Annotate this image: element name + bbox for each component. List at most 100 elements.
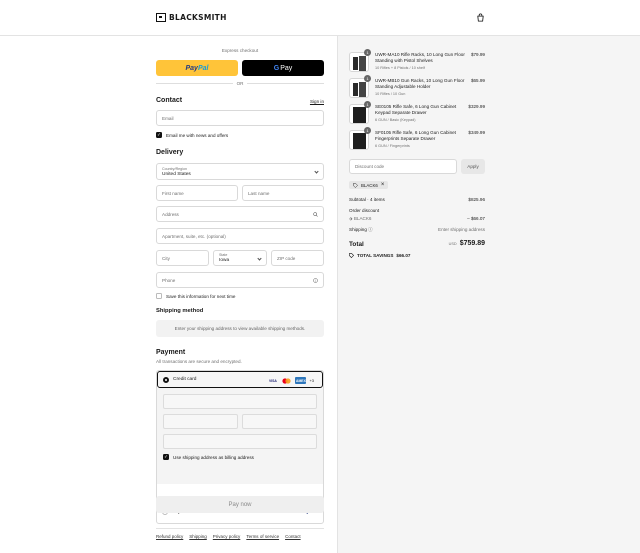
email-placeholder: Email xyxy=(162,115,174,121)
country-value: United States xyxy=(162,171,191,177)
security-code-field[interactable] xyxy=(242,414,317,429)
email-field[interactable]: Email xyxy=(156,110,324,126)
address-placeholder: Address xyxy=(162,211,179,217)
name-on-card-field[interactable] xyxy=(163,434,317,449)
chevron-down-icon xyxy=(314,169,319,174)
apartment-field[interactable]: Apartment, suite, etc. (optional) xyxy=(156,228,324,244)
quantity-badge: 1 xyxy=(364,127,371,134)
site-header: BLACKSMITH xyxy=(0,0,640,36)
paypal-express-button[interactable]: Pay Pal xyxy=(156,60,238,76)
quantity-badge: 1 xyxy=(364,101,371,108)
list-item: 1 UWR-MA10 Rifle Racks, 10 Long Gun Floo… xyxy=(349,49,485,74)
delivery-heading: Delivery xyxy=(156,149,184,156)
google-pay-text: Pay xyxy=(280,64,293,72)
discount-placeholder: Discount code xyxy=(355,164,385,169)
payment-subtext: All transactions are secure and encrypte… xyxy=(156,359,242,364)
last-name-placeholder: Last name xyxy=(248,190,270,196)
city-placeholder: City xyxy=(162,255,170,261)
paypal-pay-text: Pay xyxy=(185,64,198,72)
product-price: $329.99 xyxy=(468,104,485,109)
billing-address-row[interactable]: ✓ Use shipping address as billing addres… xyxy=(163,454,254,460)
news-checkbox-row[interactable]: ✓ Email me with news and offers xyxy=(156,132,228,138)
subtotal-label: Subtotal · 4 items xyxy=(349,197,385,202)
paypal-pal-text: Pal xyxy=(197,64,209,72)
savings-value: $66.07 xyxy=(396,253,411,258)
product-variant: 10 Rifles + 8 Pistols / 10 shelf xyxy=(375,66,425,70)
discount-code-label: BLACK6 xyxy=(353,216,372,221)
state-select[interactable]: State Iowa xyxy=(213,250,267,266)
shopping-bag-icon[interactable] xyxy=(476,13,485,22)
zip-field[interactable]: ZIP code xyxy=(271,250,324,266)
first-name-placeholder: First name xyxy=(162,190,184,196)
billing-label: Use shipping address as billing address xyxy=(173,454,254,460)
credit-card-radio[interactable] xyxy=(163,377,169,383)
tag-icon xyxy=(349,253,354,258)
apply-button[interactable]: Apply xyxy=(461,159,485,174)
expiration-field[interactable] xyxy=(163,414,238,429)
country-select[interactable]: Country/Region United States xyxy=(156,163,324,180)
save-info-checkbox[interactable] xyxy=(156,293,162,299)
state-label: State xyxy=(219,253,228,257)
contact-link[interactable]: Contact xyxy=(285,534,301,539)
address-field[interactable]: Address xyxy=(156,206,324,222)
shipping-link[interactable]: Shipping xyxy=(189,534,207,539)
remove-discount-icon[interactable]: × xyxy=(381,182,385,188)
refund-policy-link[interactable]: Refund policy xyxy=(156,534,183,539)
city-field[interactable]: City xyxy=(156,250,209,266)
product-name: SE0105 Rifle Safe, 6 Long Gun Cabinet Ke… xyxy=(375,104,457,116)
google-pay-button[interactable]: G Pay xyxy=(242,60,324,76)
credit-card-option[interactable]: Credit card VISA AMEX +3 xyxy=(157,371,323,388)
brand-name: BLACKSMITH xyxy=(169,13,227,22)
state-value: Iowa xyxy=(219,258,230,263)
contact-heading: Contact xyxy=(156,97,183,104)
total-savings: TOTAL SAVINGS $66.07 xyxy=(349,253,410,258)
country-label: Country/Region xyxy=(162,166,187,171)
credit-card-label: Credit card xyxy=(173,377,197,382)
sign-in-link[interactable]: Sign in xyxy=(310,99,324,104)
save-info-label: Save this information for next time xyxy=(166,293,236,299)
shipping-row: Shipping ⓘ Enter shipping address xyxy=(349,227,485,233)
savings-label: TOTAL SAVINGS xyxy=(357,253,394,258)
save-info-row[interactable]: Save this information for next time xyxy=(156,293,235,299)
shipping-value: Enter shipping address xyxy=(438,227,485,232)
list-item: 1 SE0105 Rifle Safe, 6 Long Gun Cabinet … xyxy=(349,101,485,126)
more-cards-count: +3 xyxy=(309,378,314,383)
brand-logo[interactable]: BLACKSMITH xyxy=(156,13,227,22)
product-price: $79.99 xyxy=(470,52,485,57)
billing-checkbox[interactable]: ✓ xyxy=(163,454,169,460)
amex-icon: AMEX xyxy=(295,377,307,384)
shipping-label: Shipping xyxy=(349,227,367,232)
product-price: $349.99 xyxy=(468,130,485,135)
discount-code-field[interactable]: Discount code xyxy=(349,159,457,174)
product-price: $65.99 xyxy=(470,78,485,83)
privacy-policy-link[interactable]: Privacy policy xyxy=(213,534,241,539)
phone-placeholder: Phone xyxy=(162,277,176,283)
footer-links: Refund policy Shipping Privacy policy Te… xyxy=(156,534,301,539)
chevron-down-icon xyxy=(257,256,262,261)
mastercard-icon xyxy=(281,377,292,384)
express-checkout-label: Express checkout xyxy=(221,48,259,53)
product-name: UWR-MA10 Rifle Racks, 10 Long Gun Floor … xyxy=(375,52,465,64)
first-name-field[interactable]: First name xyxy=(156,185,238,201)
visa-icon: VISA xyxy=(268,378,277,383)
help-circle-icon[interactable] xyxy=(313,278,318,283)
quantity-badge: 1 xyxy=(364,75,371,82)
google-g-icon: G xyxy=(273,64,280,72)
terms-link[interactable]: Terms of service xyxy=(246,534,279,539)
total-row: Total USD $759.89 xyxy=(349,240,485,248)
phone-field[interactable]: Phone xyxy=(156,272,324,288)
list-item: 1 UWR-MB10 Gun Racks, 10 Long Gun Floor … xyxy=(349,75,485,100)
subtotal-value: $825.96 xyxy=(468,197,485,202)
last-name-field[interactable]: Last name xyxy=(242,185,324,201)
card-number-field[interactable] xyxy=(163,394,317,409)
list-item: 1 SF0105 Rifle Safe, 6 Long Gun Cabinet … xyxy=(349,127,485,152)
tag-icon: ⬗ xyxy=(349,216,353,221)
pay-now-button[interactable]: Pay now xyxy=(156,496,324,513)
search-icon xyxy=(313,212,318,217)
product-name: SF0105 Rifle Safe, 6 Long Gun Cabinet Fi… xyxy=(375,130,456,142)
news-checkbox[interactable]: ✓ xyxy=(156,132,162,138)
help-circle-icon[interactable]: ⓘ xyxy=(368,227,373,232)
zip-placeholder: ZIP code xyxy=(277,255,296,261)
or-text: OR xyxy=(236,80,244,86)
card-brands: VISA AMEX +3 xyxy=(267,377,314,384)
